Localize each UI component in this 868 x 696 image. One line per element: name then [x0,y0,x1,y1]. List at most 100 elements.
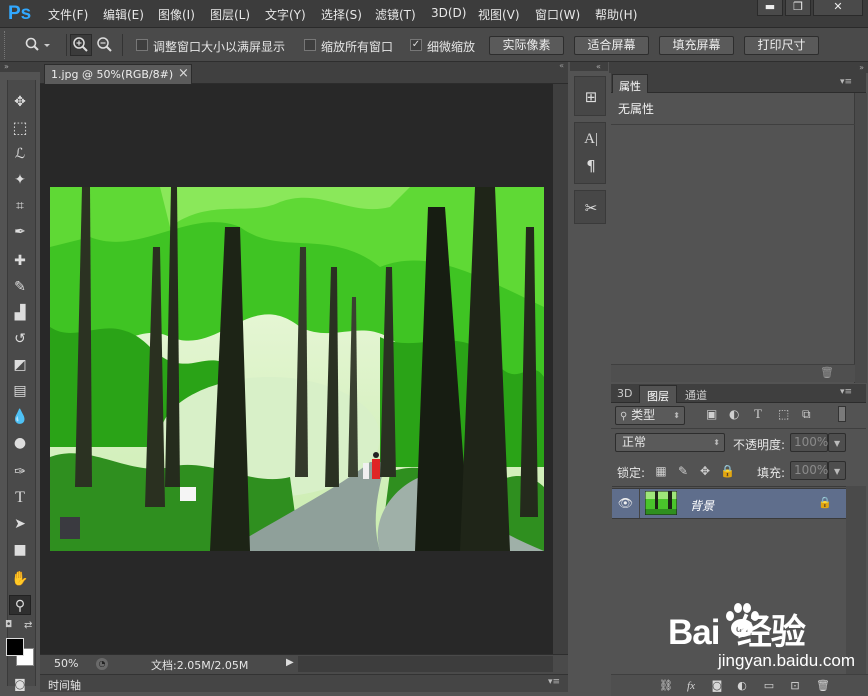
layer-thumbnail[interactable] [645,491,677,515]
tab-properties[interactable]: 属性 [612,74,648,93]
eraser-tool-icon[interactable]: ◩ [9,355,31,375]
properties-trash-icon[interactable]: 🗑 [820,366,834,379]
layer-style-icon[interactable]: fx [682,678,700,694]
status-info-icon[interactable]: ◔ [96,658,108,670]
menu-filter[interactable]: 滤镜(T) [375,6,416,23]
rectangle-tool-icon[interactable]: ■ [9,540,31,560]
tab-channels[interactable]: 通道 [685,387,707,403]
options-grip[interactable] [4,31,6,59]
tab-3d[interactable]: 3D [617,387,632,400]
properties-scrollbar[interactable] [855,93,867,383]
fit-screen-button[interactable]: 适合屏幕 [574,36,649,55]
close-button[interactable]: ✕ [813,0,863,16]
document-close-icon[interactable]: × [178,66,189,81]
magic-wand-tool-icon[interactable]: ✦ [9,170,31,190]
character-panel-icon[interactable]: A| [580,128,602,150]
lock-image-pixels-icon[interactable]: ✎ [676,464,690,478]
foreground-color-swatch[interactable] [6,638,24,656]
history-brush-tool-icon[interactable]: ↺ [9,329,31,349]
menu-select[interactable]: 选择(S) [321,6,362,23]
layer-filter-kind-select[interactable]: ⚲ 类型 ⬍ [615,406,685,425]
opacity-dropdown[interactable]: ▼ [828,433,846,452]
filter-adjustment-layer-icon[interactable]: ◐ [729,407,739,421]
healing-brush-tool-icon[interactable]: ✚ [9,251,31,271]
scrubby-zoom-checkbox[interactable]: ✓ [410,39,422,51]
menu-image[interactable]: 图像(I) [158,6,195,23]
fill-screen-button[interactable]: 填充屏幕 [659,36,734,55]
print-size-button[interactable]: 打印尺寸 [744,36,819,55]
actual-pixels-button[interactable]: 实际像素 [489,36,564,55]
paragraph-panel-icon[interactable]: ¶ [580,155,602,177]
lock-transparent-pixels-icon[interactable]: ▦ [654,464,668,478]
menu-type[interactable]: 文字(Y) [265,6,306,23]
new-layer-icon[interactable]: ⊡ [786,678,804,694]
layers-scrollbar[interactable] [846,486,866,674]
history-panel-icon[interactable]: ⊞ [580,86,602,108]
marquee-tool-icon[interactable]: ⬚ [9,118,31,138]
swap-colors-icon[interactable]: ⇄ [24,620,32,631]
new-group-icon[interactable]: ▭ [760,678,778,694]
zoom-all-windows-checkbox[interactable] [304,39,316,51]
lock-position-icon[interactable]: ✥ [698,464,712,478]
eyedropper-tool-icon[interactable]: ✒ [9,222,31,242]
pen-tool-icon[interactable]: ✑ [9,462,31,482]
filter-type-layer-icon[interactable]: T [754,406,762,422]
zoom-in-icon[interactable] [70,34,92,56]
restore-button[interactable]: ❐ [785,0,811,16]
horizontal-scrollbar[interactable] [298,656,553,672]
menu-window[interactable]: 窗口(W) [535,6,580,23]
menu-edit[interactable]: 编辑(E) [103,6,144,23]
zoom-out-icon[interactable] [94,34,116,56]
timeline-menu-icon[interactable]: ▾≡ [548,677,560,687]
minimize-button[interactable]: ▬ [757,0,783,16]
filter-smart-object-icon[interactable]: ⧉ [802,407,811,422]
add-mask-icon[interactable]: ◙ [708,678,726,694]
gradient-tool-icon[interactable]: ▤ [9,381,31,401]
move-tool-icon[interactable]: ✥ [9,92,31,112]
dodge-tool-icon[interactable]: ● [9,433,31,453]
layer-visibility-eye-icon[interactable]: 👁 [612,489,640,518]
clone-stamp-tool-icon[interactable]: ▟ [9,303,31,323]
brush-tool-icon[interactable]: ✎ [9,277,31,297]
filter-pixel-layer-icon[interactable]: ▣ [706,407,717,421]
dock-collapse-icon[interactable]: « [570,62,608,71]
resize-windows-checkbox[interactable] [136,39,148,51]
menu-layer[interactable]: 图层(L) [210,6,250,23]
status-menu-arrow-icon[interactable]: ▶ [286,657,294,668]
delete-layer-icon[interactable]: 🗑 [814,678,832,694]
right-dock-collapse-icon[interactable]: » [609,62,868,73]
document-image[interactable] [50,187,544,551]
hand-tool-icon[interactable]: ✋ [9,569,31,589]
lock-all-icon[interactable]: 🔒 [720,464,735,478]
properties-menu-icon[interactable]: ▾≡ [840,77,852,87]
crop-tool-icon[interactable]: ⌗ [9,196,31,216]
zoom-level-field[interactable]: 50% [54,657,78,670]
fill-field[interactable]: 100% [790,461,828,480]
zoom-tool-icon[interactable]: ⚲ [9,595,31,615]
blend-mode-select[interactable]: 正常 ⬍ [615,433,725,452]
opacity-field[interactable]: 100% [790,433,828,452]
timeline-tab[interactable]: 时间轴 [48,677,81,693]
menu-file[interactable]: 文件(F) [48,6,88,23]
tool-presets-icon[interactable]: ✂ [580,197,602,219]
path-selection-tool-icon[interactable]: ➤ [9,514,31,534]
zoom-tool-preset-icon[interactable] [24,36,52,54]
document-tab[interactable]: 1.jpg @ 50%(RGB/8#) × [44,64,192,84]
filter-shape-layer-icon[interactable]: ⬚ [778,407,789,421]
adjustment-layer-icon[interactable]: ◐ [733,678,751,694]
menu-help[interactable]: 帮助(H) [595,6,637,23]
quick-mask-icon[interactable]: ◙ [9,674,31,694]
filter-toggle-switch[interactable] [838,406,846,422]
blur-tool-icon[interactable]: 💧 [9,407,31,427]
toolbox-collapse-icon[interactable]: » [0,62,40,72]
default-colors-icon[interactable]: ◘ [5,620,12,630]
link-layers-icon[interactable]: ⛓ [657,678,675,694]
lasso-tool-icon[interactable]: ℒ [9,144,31,164]
menu-3d[interactable]: 3D(D) [431,6,466,20]
fill-dropdown[interactable]: ▼ [828,461,846,480]
type-tool-icon[interactable]: T [9,488,31,508]
layers-menu-icon[interactable]: ▾≡ [840,387,852,397]
menu-view[interactable]: 视图(V) [478,6,520,23]
vertical-scrollbar[interactable] [553,84,568,654]
tab-layers[interactable]: 图层 [639,385,677,403]
